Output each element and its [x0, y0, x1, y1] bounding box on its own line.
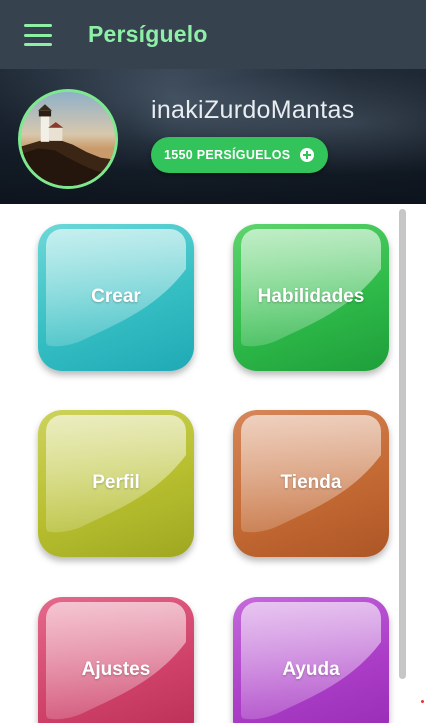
profile-header: inakiZurdoMantas 1550 PERSÍGUELOS	[0, 69, 426, 204]
tile-label: Tienda	[280, 472, 342, 493]
tile-crear[interactable]: Crear	[38, 224, 194, 371]
scrollbar[interactable]	[399, 209, 406, 679]
points-button[interactable]: 1550 PERSÍGUELOS	[151, 137, 329, 173]
tile-ajustes[interactable]: Ajustes	[38, 597, 194, 723]
tile-label: Ajustes	[81, 659, 151, 680]
app-bar: Persíguelo	[0, 0, 426, 69]
tile-label: Perfil	[92, 472, 140, 493]
points-label: 1550 PERSÍGUELOS	[164, 148, 291, 162]
corner-dot	[421, 700, 424, 703]
menu-line	[24, 43, 52, 46]
menu-line	[24, 33, 52, 37]
menu-line	[24, 24, 52, 27]
lighthouse-avatar-image	[21, 92, 115, 186]
tile-habilidades[interactable]: Habilidades	[233, 224, 389, 371]
app-title: Persíguelo	[88, 21, 208, 47]
username: inakiZurdoMantas	[151, 96, 355, 124]
tile-label: Habilidades	[257, 286, 365, 307]
plus-circle-icon	[300, 148, 315, 162]
tile-label: Crear	[91, 286, 141, 307]
hamburger-menu-icon[interactable]	[24, 24, 52, 46]
tile-tienda[interactable]: Tienda	[233, 410, 389, 557]
avatar[interactable]	[18, 89, 118, 189]
tile-perfil[interactable]: Perfil	[38, 410, 194, 557]
tile-ayuda[interactable]: Ayuda	[233, 597, 389, 723]
tile-label: Ayuda	[282, 659, 340, 680]
menu-grid: Crear Habilidades Perfil Tienda Ajustes …	[0, 204, 426, 723]
